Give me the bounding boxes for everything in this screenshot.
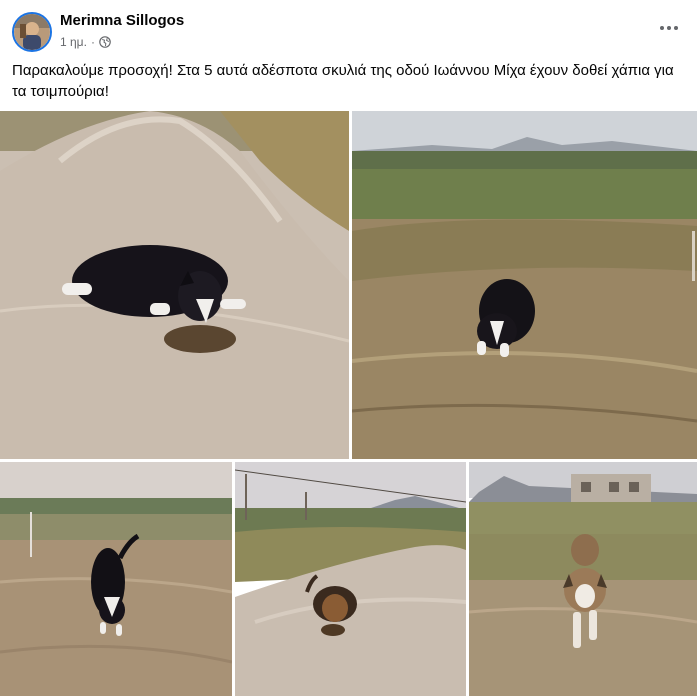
meta-separator: ·: [90, 35, 95, 49]
author-name[interactable]: Merimna Sillogos: [60, 12, 184, 29]
dot-icon: [674, 26, 678, 30]
photo-2[interactable]: [352, 111, 697, 459]
post-text: Παρακαλούμε προσοχή! Στα 5 αυτά αδέσποτα…: [12, 62, 674, 100]
more-options-button[interactable]: [657, 18, 681, 38]
post-time[interactable]: 1 ημ.: [60, 35, 87, 49]
photo-3[interactable]: [0, 462, 232, 696]
photo-grid: [0, 111, 697, 696]
post-meta: 1 ημ. ·: [60, 35, 111, 49]
dot-icon: [660, 26, 664, 30]
photo-1[interactable]: [0, 111, 349, 459]
globe-icon[interactable]: [99, 36, 111, 48]
dot-icon: [667, 26, 671, 30]
photo-4[interactable]: [235, 462, 466, 696]
post-header: Merimna Sillogos 1 ημ. ·: [0, 0, 697, 60]
photo-5[interactable]: [469, 462, 697, 696]
author-avatar[interactable]: [12, 12, 52, 52]
